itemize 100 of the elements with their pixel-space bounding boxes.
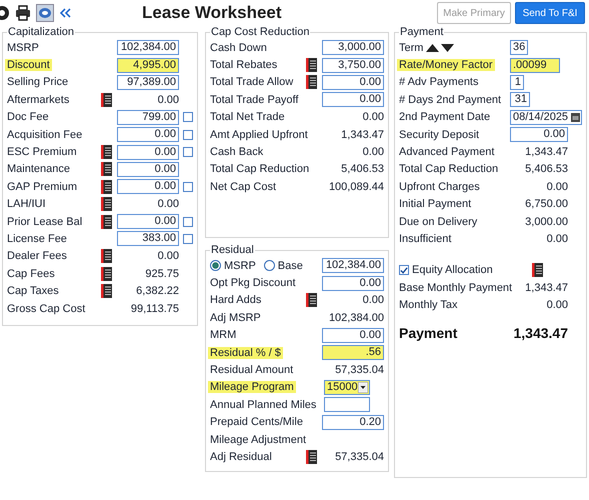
input-field[interactable]: 0.00 (117, 127, 179, 142)
input-field[interactable]: 0.00 (322, 74, 384, 90)
checkbox[interactable] (183, 112, 193, 122)
field-value: 0.00 (362, 146, 384, 158)
input-field[interactable]: 97,389.00 (117, 74, 179, 90)
printer-icon[interactable] (15, 5, 31, 21)
field-label: Total Rebates (210, 59, 278, 72)
calendar-icon[interactable] (571, 112, 580, 122)
field-label: Cash Down (210, 42, 267, 54)
field-label: Rate/Money Factor (397, 59, 495, 72)
field-label: LAH/IUI (7, 198, 46, 210)
input-field[interactable]: 0.00 (117, 179, 179, 194)
field-value: 6,750.00 (525, 198, 568, 210)
input-field[interactable]: .56 (322, 345, 384, 360)
input-field[interactable]: 102,384.00 (117, 40, 179, 56)
input-field[interactable]: 383.00 (117, 231, 179, 246)
input-field[interactable]: 4,995.00 (117, 58, 179, 73)
field-label: Adj Residual (210, 450, 272, 463)
field-label: 2nd Payment Date (399, 111, 490, 124)
list-icon[interactable] (101, 92, 112, 107)
field-label: Base Monthly Payment (399, 282, 512, 294)
field-label: Insufficient (399, 232, 452, 245)
field-label: License Fee (7, 232, 67, 245)
list-icon[interactable] (101, 266, 112, 281)
list-icon[interactable] (306, 293, 317, 308)
field-value: 3,000.00 (525, 216, 568, 228)
send-button[interactable]: Send To F&I (515, 2, 585, 24)
list-icon[interactable] (101, 180, 112, 194)
date-field[interactable]: 08/14/2025 (510, 110, 582, 125)
input-field[interactable]: .00099 (510, 58, 560, 73)
field-label: # Days 2nd Payment (399, 94, 502, 106)
list-icon[interactable] (306, 58, 317, 72)
section-title: Cap Cost Reduction (210, 26, 310, 38)
list-icon[interactable] (101, 214, 112, 229)
input-field[interactable]: 799.00 (117, 110, 179, 125)
field-value: 0.00 (362, 111, 384, 124)
input-field[interactable]: 0.00 (117, 144, 179, 160)
list-icon[interactable] (306, 75, 317, 90)
field-label: Total Cap Reduction (210, 163, 310, 176)
checkbox[interactable] (183, 147, 193, 158)
input-field[interactable]: 0.00 (117, 214, 179, 230)
field-label: Mileage Program (208, 381, 296, 394)
field-label: MSRP (7, 42, 39, 54)
mileage-dropdown[interactable]: 15000 (324, 380, 370, 395)
input-field[interactable]: 0.20 (322, 414, 384, 430)
radio-button[interactable] (264, 260, 275, 272)
app-icon[interactable] (36, 4, 54, 22)
radio-button[interactable] (210, 260, 221, 272)
field-label: Doc Fee (7, 111, 49, 124)
field-label: Residual Amount (210, 364, 294, 376)
list-icon[interactable] (306, 450, 317, 464)
field-label: ESC Premium (7, 146, 77, 158)
field-value: 100,089.44 (328, 180, 384, 193)
field-label: Cap Fees (7, 268, 55, 280)
field-label: Total Trade Allow (210, 76, 294, 88)
list-icon[interactable] (532, 263, 543, 278)
field-label: Amt Applied Upfront (210, 128, 308, 141)
checkbox[interactable] (183, 216, 193, 227)
input-field[interactable]: 31 (510, 92, 530, 108)
input-field[interactable]: 0.00 (322, 92, 384, 108)
field-label: Selling Price (7, 76, 68, 88)
field-label: Total Cap Reduction (399, 163, 498, 176)
field-value: 0.00 (158, 94, 179, 106)
field-value: 0.00 (158, 198, 179, 210)
input-field[interactable]: 36 (510, 40, 528, 56)
field-label: Total Net Trade (210, 111, 285, 124)
field-value: 99,113.75 (130, 302, 179, 315)
input-field[interactable]: 1 (510, 74, 524, 90)
input-field[interactable]: 102,384.00 (322, 258, 384, 274)
input-field[interactable]: 3,750.00 (322, 58, 384, 73)
field-label: Discount (5, 59, 52, 72)
checkbox[interactable] (183, 234, 193, 244)
checkbox[interactable] (183, 182, 193, 192)
field-label: Aftermarkets (7, 94, 70, 106)
input-field[interactable]: 0.00 (510, 127, 568, 142)
field-label: Advanced Payment (399, 146, 494, 158)
collapse-icon[interactable] (59, 7, 71, 19)
list-icon[interactable] (101, 145, 112, 160)
list-icon[interactable] (101, 284, 112, 298)
field-value: 1,343.47 (341, 128, 384, 141)
input-field[interactable]: 0.00 (322, 276, 384, 291)
radio-label: MSRP (224, 260, 256, 272)
checkbox[interactable] (183, 130, 193, 140)
input-field[interactable]: 3,000.00 (322, 40, 384, 56)
list-icon[interactable] (101, 162, 112, 176)
caret-icon[interactable] (358, 382, 368, 393)
list-icon[interactable] (101, 197, 112, 212)
field-label: Upfront Charges (399, 180, 480, 193)
field-value: 925.75 (145, 268, 179, 280)
window-title: Lease Worksheet (142, 3, 283, 23)
list-icon[interactable] (101, 249, 112, 264)
field-label: Initial Payment (399, 198, 472, 210)
input-field[interactable]: 0.00 (322, 328, 384, 343)
input-field[interactable] (324, 397, 370, 412)
field-label: GAP Premium (7, 180, 78, 193)
checkbox[interactable] (399, 265, 409, 276)
input-field[interactable]: 0.00 (117, 162, 179, 177)
field-label: Cap Taxes (7, 285, 59, 298)
up-down-arrows-icon[interactable] (426, 44, 454, 52)
field-label: Security Deposit (399, 128, 480, 141)
